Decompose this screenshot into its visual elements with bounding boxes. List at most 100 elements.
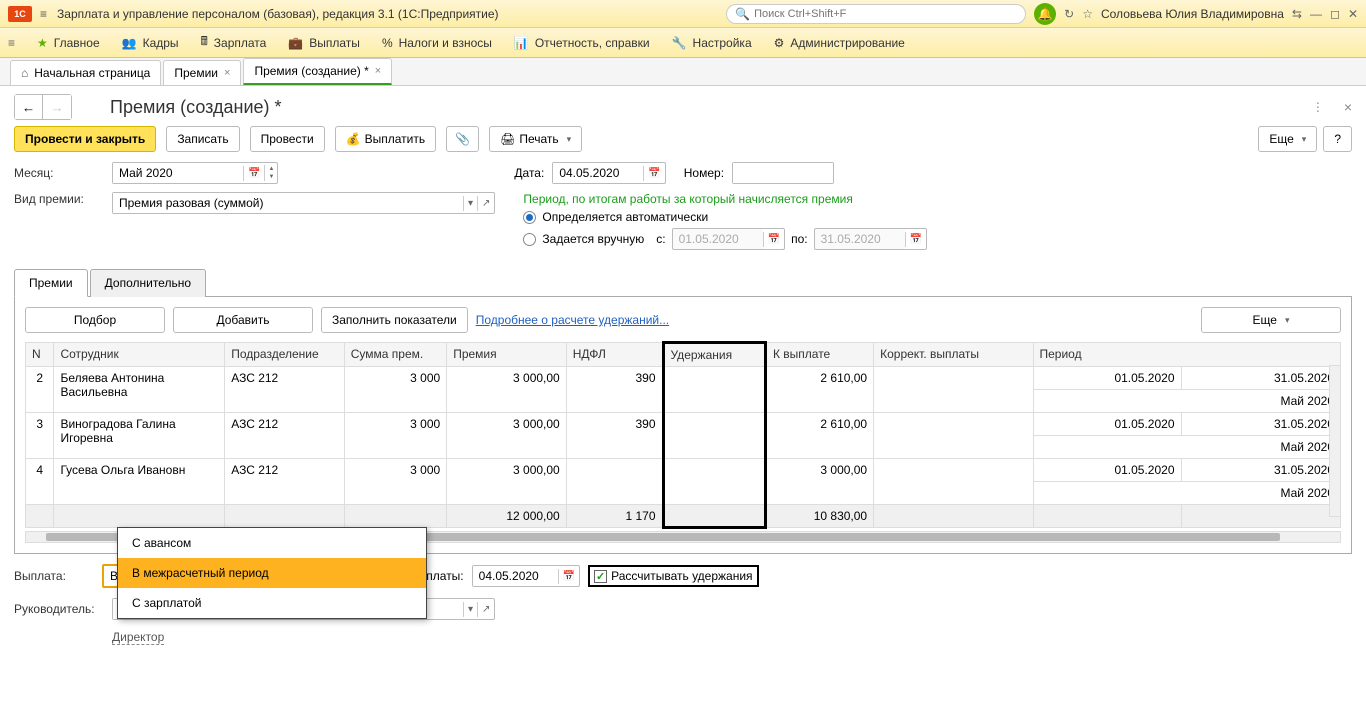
close-window-icon[interactable]: ✕ <box>1348 7 1358 21</box>
col-sum[interactable]: Сумма прем. <box>344 343 446 367</box>
star-green-icon: ★ <box>37 36 48 50</box>
menu-zarplata[interactable]: 🖩Зарплата <box>201 32 267 53</box>
calendar-icon[interactable]: 📅 <box>905 232 926 247</box>
help-button[interactable]: ? <box>1323 126 1352 152</box>
radio-manual[interactable]: Задается вручную с: 📅 по: 📅 <box>523 228 927 250</box>
col-hold[interactable]: Удержания <box>663 343 765 367</box>
open-icon[interactable]: ↗ <box>477 196 494 211</box>
inner-tab-dop[interactable]: Дополнительно <box>90 269 206 297</box>
search-input[interactable] <box>754 8 1017 20</box>
calendar-icon[interactable]: 📅 <box>763 232 784 247</box>
menu-kadry[interactable]: 👥Кадры <box>122 36 179 50</box>
menu-dots-icon[interactable]: ⋮ <box>1312 100 1324 114</box>
tab-premii[interactable]: Премии× <box>163 60 241 85</box>
dropdown-icon[interactable]: ▾ <box>463 196 477 211</box>
radio-icon[interactable] <box>523 233 536 246</box>
more-button[interactable]: Еще <box>1258 126 1317 152</box>
pay-button[interactable]: 💰Выплатить <box>335 126 436 152</box>
close-page-icon[interactable]: × <box>1344 99 1352 115</box>
tab-home[interactable]: ⌂Начальная страница <box>10 60 161 85</box>
period-title: Период, по итогам работы за который начи… <box>523 192 927 206</box>
dd-item-zarplata[interactable]: С зарплатой <box>118 588 426 618</box>
col-emp[interactable]: Сотрудник <box>54 343 225 367</box>
menu-vyplaty[interactable]: 💼Выплаты <box>288 36 360 50</box>
dd-item-avans[interactable]: С авансом <box>118 528 426 558</box>
plandate-input[interactable] <box>473 566 558 586</box>
pick-button[interactable]: Подбор <box>25 307 165 333</box>
col-dept[interactable]: Подразделение <box>225 343 345 367</box>
employees-table[interactable]: N Сотрудник Подразделение Сумма прем. Пр… <box>25 341 1341 529</box>
inner-tab-premii[interactable]: Премии <box>14 269 88 297</box>
menu-burger-icon[interactable]: ≡ <box>8 36 15 50</box>
money-icon: 💼 <box>288 36 303 50</box>
menu-main[interactable]: ★Главное <box>37 36 100 50</box>
star-icon[interactable]: ☆ <box>1082 7 1093 21</box>
type-input-group: ▾ ↗ <box>112 192 495 214</box>
col-pay[interactable]: К выплате <box>765 343 873 367</box>
burger-icon[interactable]: ≡ <box>40 7 47 21</box>
director-link[interactable]: Директор <box>112 630 164 645</box>
attach-button[interactable]: 📎 <box>446 126 479 152</box>
number-input[interactable] <box>733 163 833 183</box>
calc-hold-checkbox[interactable]: Рассчитывать удержания <box>588 565 758 587</box>
toolbar: Провести и закрыть Записать Провести 💰Вы… <box>14 126 1352 152</box>
col-n[interactable]: N <box>26 343 54 367</box>
checkbox-icon[interactable] <box>594 570 607 583</box>
nav-back-button[interactable]: ← <box>15 95 43 119</box>
type-input[interactable] <box>113 193 463 213</box>
radio-icon[interactable] <box>523 211 536 224</box>
table-row[interactable]: 2Беляева Антонина ВасильевнаАЗС 2123 000… <box>26 367 1341 390</box>
dd-item-mejras[interactable]: В межрасчетный период <box>118 558 426 588</box>
dropdown-icon[interactable]: ▾ <box>463 602 477 617</box>
calendar-icon[interactable]: 📅 <box>643 166 664 181</box>
clip-icon: 📎 <box>455 132 470 146</box>
calendar-icon[interactable]: 📅 <box>558 569 579 584</box>
grid-wrap: N Сотрудник Подразделение Сумма прем. Пр… <box>25 341 1341 529</box>
table-row[interactable]: 3Виноградова Галина ИгоревнаАЗС 2123 000… <box>26 413 1341 436</box>
table-total-row: 12 000,001 17010 830,00 <box>26 505 1341 528</box>
post-button[interactable]: Провести <box>250 126 325 152</box>
col-ndfl[interactable]: НДФЛ <box>566 343 663 367</box>
wallet-icon: 💰 <box>346 132 361 146</box>
period-from-input[interactable] <box>673 229 763 249</box>
minimize-icon[interactable]: — <box>1310 7 1322 21</box>
form-row-type: Вид премии: ▾ ↗ Период, по итогам работы… <box>14 192 1352 254</box>
open-icon[interactable]: ↗ <box>477 602 494 617</box>
bell-icon[interactable]: 🔔 <box>1034 3 1056 25</box>
scrollbar-vertical[interactable] <box>1329 365 1341 517</box>
print-button[interactable]: 🖨Печать <box>489 126 582 152</box>
payment-dropdown-menu: С авансом В межрасчетный период С зарпла… <box>117 527 427 619</box>
close-icon[interactable]: × <box>375 65 381 77</box>
col-corr[interactable]: Коррект. выплаты <box>874 343 1033 367</box>
search-box[interactable]: 🔍 <box>726 4 1026 24</box>
fill-button[interactable]: Заполнить показатели <box>321 307 468 333</box>
menu-nastroika[interactable]: 🔧Настройка <box>672 36 752 50</box>
radio-auto[interactable]: Определяется автоматически <box>523 210 927 224</box>
user-name[interactable]: Соловьева Юлия Владимировна <box>1101 7 1284 21</box>
date-input[interactable] <box>553 163 643 183</box>
tab-more-button[interactable]: Еще <box>1201 307 1341 333</box>
menu-nalogi[interactable]: %Налоги и взносы <box>382 36 492 50</box>
number-label: Номер: <box>684 166 724 180</box>
month-spinner[interactable]: ▲▼ <box>264 165 277 181</box>
calendar-icon[interactable]: 📅 <box>243 166 264 181</box>
close-icon[interactable]: × <box>224 67 230 79</box>
hold-link[interactable]: Подробнее о расчете удержаний... <box>476 313 669 327</box>
filter-icon[interactable]: ⇆ <box>1292 7 1302 21</box>
menubar: ≡ ★Главное 👥Кадры 🖩Зарплата 💼Выплаты %На… <box>0 28 1366 58</box>
menu-otchet[interactable]: 📊Отчетность, справки <box>514 36 650 50</box>
period-to-input[interactable] <box>815 229 905 249</box>
post-close-button[interactable]: Провести и закрыть <box>14 126 156 152</box>
table-row[interactable]: 4Гусева Ольга ИвановнАЗС 2123 0003 000,0… <box>26 459 1341 482</box>
col-period[interactable]: Период <box>1033 343 1341 367</box>
month-input[interactable] <box>113 163 243 183</box>
nav-fwd-button[interactable]: → <box>43 95 71 119</box>
tab-active[interactable]: Премия (создание) *× <box>243 58 392 85</box>
col-bonus[interactable]: Премия <box>447 343 567 367</box>
maximize-icon[interactable]: ◻ <box>1330 7 1340 21</box>
write-button[interactable]: Записать <box>166 126 239 152</box>
add-button[interactable]: Добавить <box>173 307 313 333</box>
history-icon[interactable]: ↻ <box>1064 7 1074 21</box>
page-title: Премия (создание) * <box>110 97 282 118</box>
menu-admin[interactable]: ⚙Администрирование <box>774 36 905 50</box>
